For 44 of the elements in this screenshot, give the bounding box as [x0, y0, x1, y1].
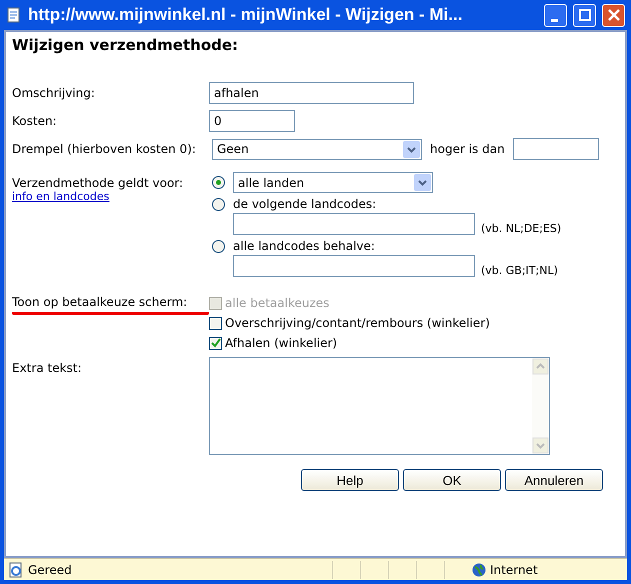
- zone-text: Internet: [490, 562, 538, 576]
- field-label: Omschrijving:: [12, 85, 96, 100]
- field-label: Verzendmethode geldt voor:: [12, 175, 184, 190]
- country-codes-input[interactable]: [233, 213, 475, 235]
- field-label: hoger is dan: [430, 142, 505, 156]
- example-hint: (vb. GB;IT;NL): [481, 264, 558, 277]
- maximize-icon: [578, 9, 590, 21]
- close-button[interactable]: [602, 4, 625, 26]
- radio-button[interactable]: [212, 176, 225, 189]
- maximize-button[interactable]: [573, 4, 596, 26]
- radio-label: de volgende landcodes:: [233, 197, 376, 211]
- close-icon: [608, 9, 620, 21]
- info-link[interactable]: info en landcodes: [12, 190, 209, 203]
- field-label: Toon op betaalkeuze scherm:: [12, 291, 209, 315]
- dialog-button[interactable]: Annuleren: [505, 469, 603, 491]
- description-input[interactable]: afhalen: [209, 82, 414, 104]
- status-text: Gereed: [28, 562, 73, 576]
- example-hint: (vb. NL;DE;ES): [481, 222, 562, 235]
- dialog-button[interactable]: OK: [403, 469, 501, 491]
- window-title: http://www.mijnwinkel.nl - mijnWinkel - Wijzigen - Mi...: [28, 5, 464, 25]
- checkbox-label: Overschrijving/contant/rembours (winkelier): [225, 316, 490, 330]
- threshold-input[interactable]: [512, 138, 599, 160]
- country-codes-input[interactable]: [233, 255, 475, 277]
- dialog-button[interactable]: Help: [301, 469, 399, 491]
- field-label: Kosten:: [12, 113, 58, 128]
- radio-label: alle landcodes behalve:: [233, 239, 375, 253]
- radio-button[interactable]: [212, 240, 225, 252]
- minimize-icon: [550, 18, 558, 22]
- page-heading: Wijzigen verzendmethode:: [12, 36, 240, 54]
- cost-input[interactable]: 0: [209, 110, 295, 132]
- checkbox-label: alle betaalkeuzes: [225, 296, 330, 310]
- field-label: Extra tekst:: [12, 360, 83, 375]
- globe-icon: [472, 562, 486, 576]
- page-icon: [6, 7, 22, 23]
- check-icon: [210, 338, 220, 348]
- radio-button[interactable]: [212, 198, 225, 210]
- page-icon: [8, 562, 24, 578]
- checkbox-label: Afhalen (winkelier): [225, 336, 338, 350]
- field-label: Drempel (hierboven kosten 0):: [12, 141, 197, 156]
- checkbox[interactable]: [209, 336, 222, 350]
- checkbox[interactable]: [209, 316, 222, 330]
- country-select[interactable]: alle landen: [233, 172, 433, 193]
- threshold-select[interactable]: Geen: [212, 138, 422, 160]
- minimize-button[interactable]: [544, 4, 567, 26]
